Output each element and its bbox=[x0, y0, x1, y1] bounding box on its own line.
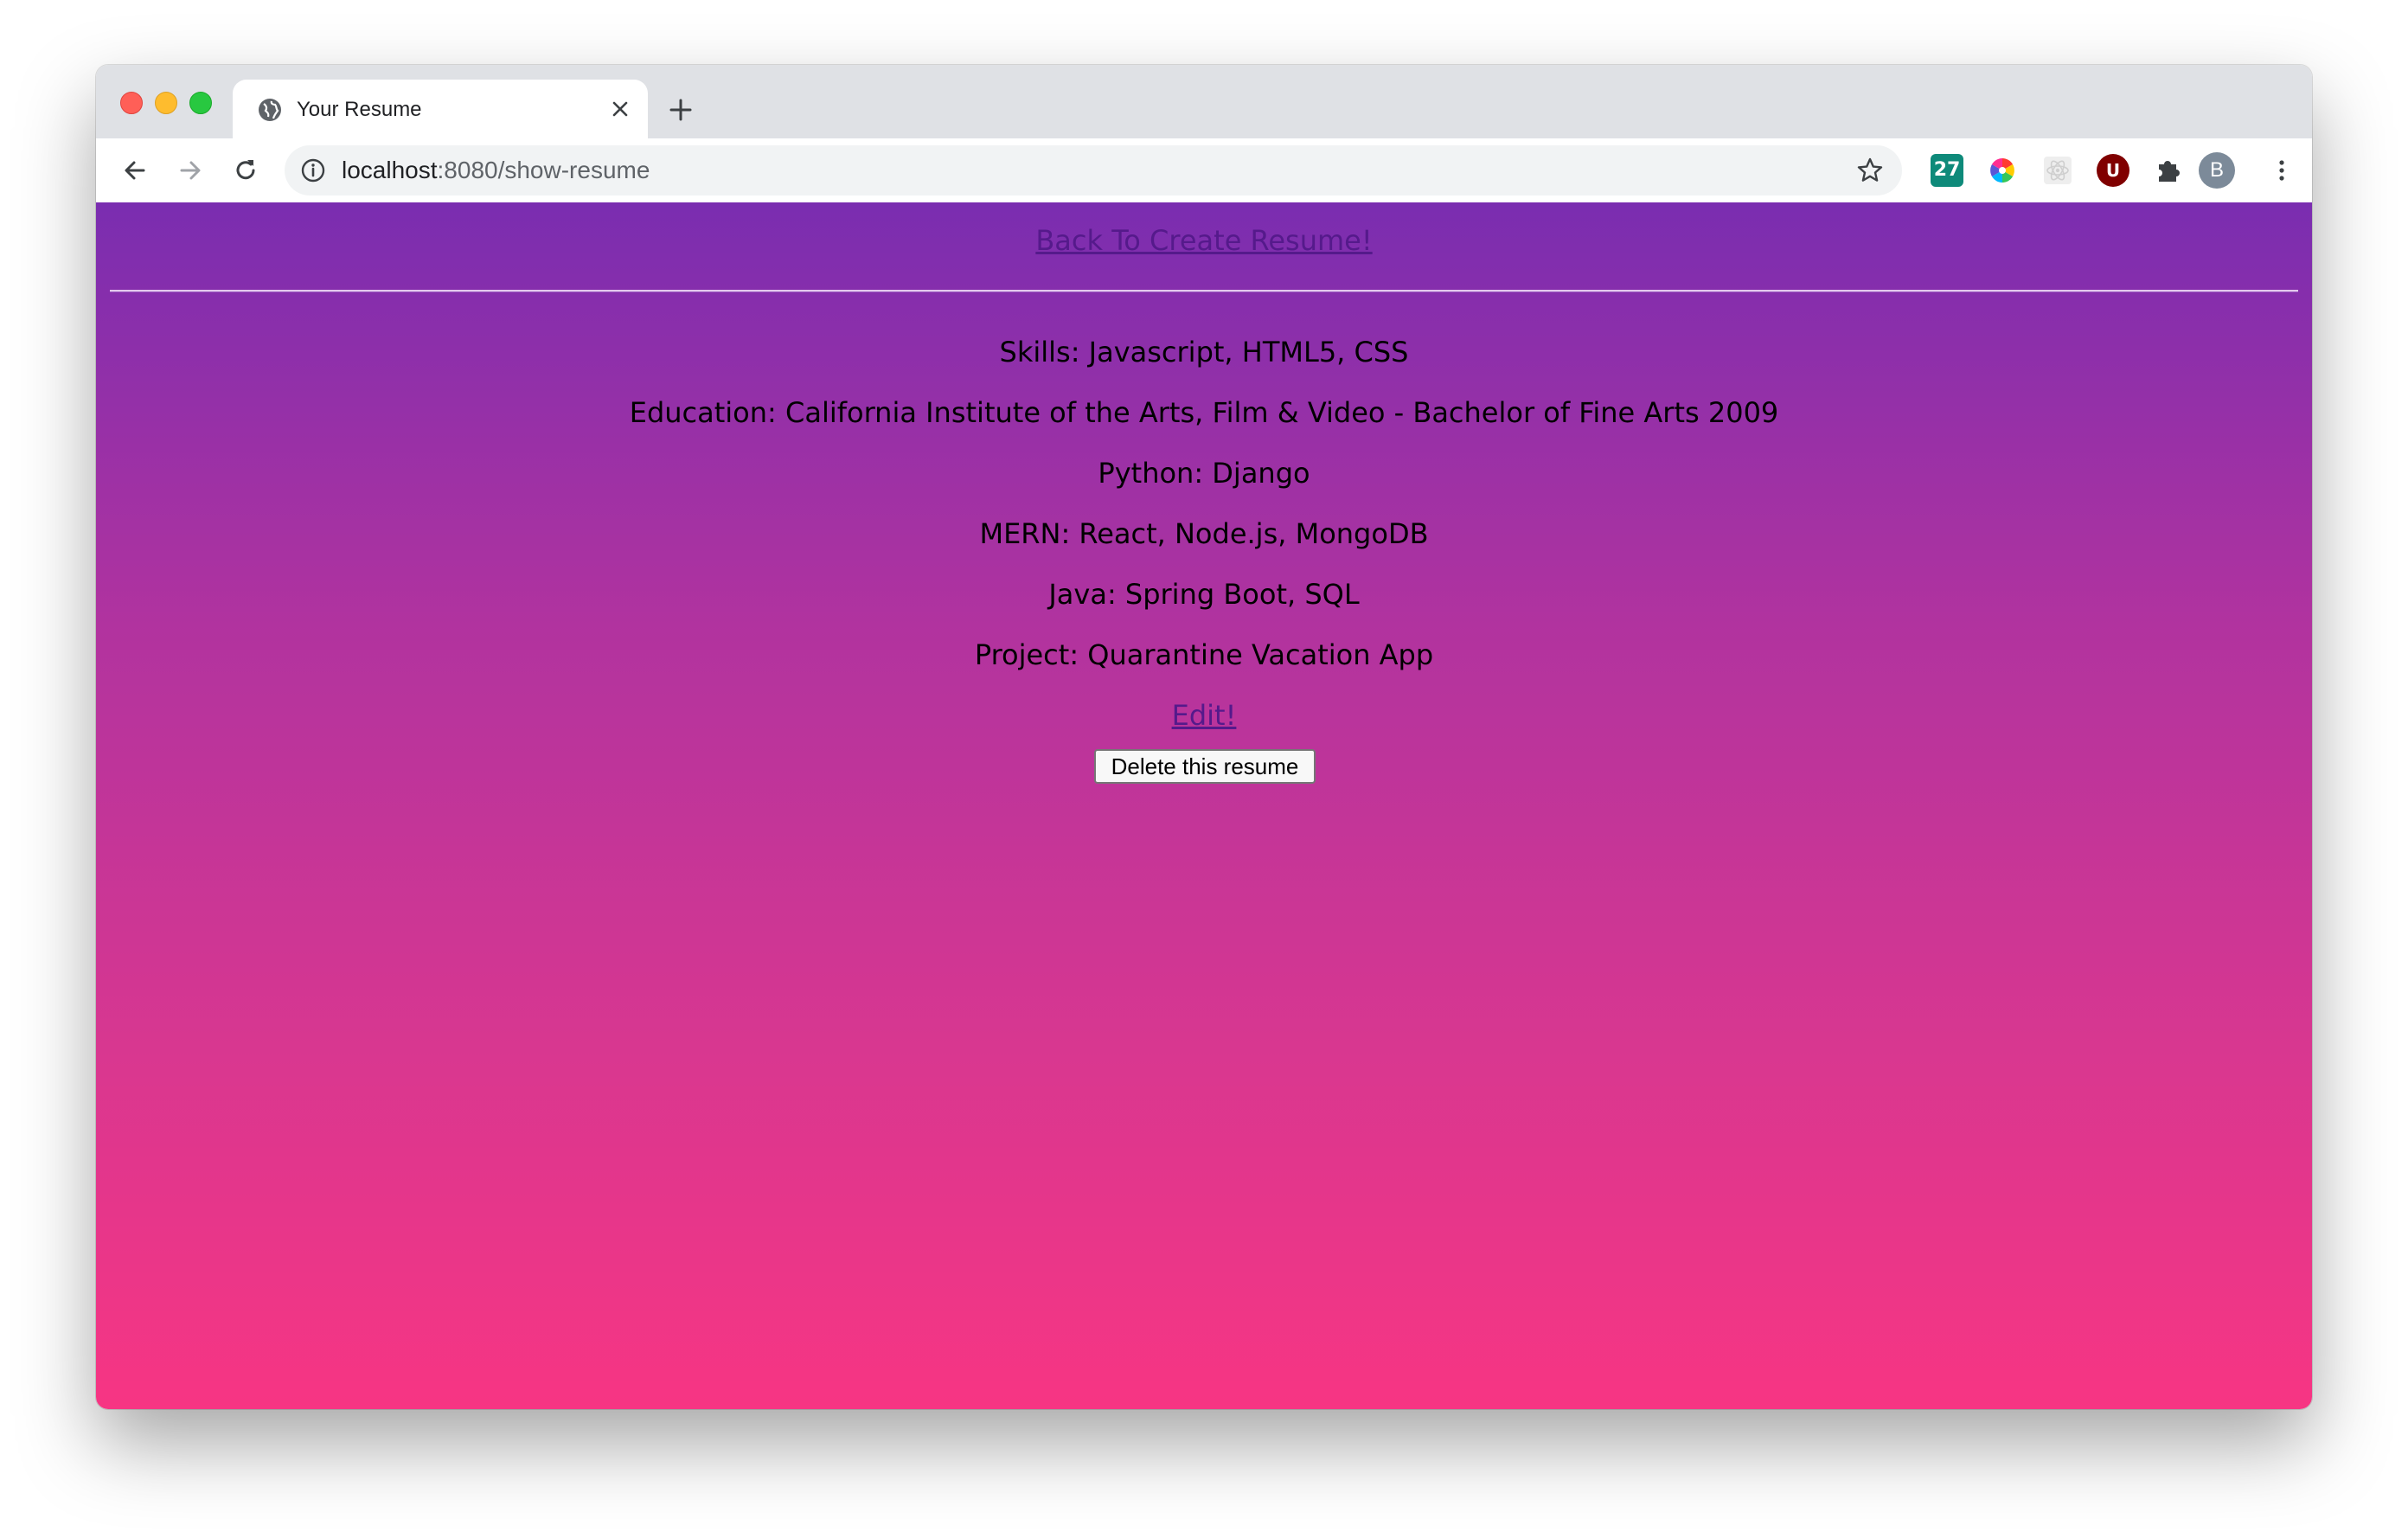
close-window-button[interactable] bbox=[120, 92, 143, 114]
color-wheel-extension-icon[interactable] bbox=[1986, 154, 2019, 187]
address-bar[interactable]: localhost:8080/show-resume bbox=[285, 145, 1902, 195]
react-devtools-extension-icon[interactable] bbox=[2041, 154, 2074, 187]
mern-line: MERN: React, Node.js, MongoDB bbox=[979, 517, 1429, 550]
info-icon[interactable] bbox=[300, 157, 326, 183]
education-line: Education: California Institute of the A… bbox=[629, 396, 1779, 429]
java-line: Java: Spring Boot, SQL bbox=[1048, 578, 1360, 611]
tab-strip: Your Resume bbox=[96, 65, 2312, 138]
calendar-extension-icon[interactable]: 27 bbox=[1931, 154, 1963, 187]
edit-link-container: Edit! bbox=[96, 698, 2312, 733]
browser-window: Your Resume localhost:8080/show-resume 2… bbox=[96, 65, 2312, 1409]
close-tab-icon[interactable] bbox=[608, 97, 632, 121]
project-line: Project: Quarantine Vacation App bbox=[974, 638, 1434, 671]
back-arrow-icon[interactable] bbox=[119, 155, 150, 186]
puzzle-extensions-icon[interactable] bbox=[2152, 154, 2185, 187]
reload-icon[interactable] bbox=[230, 155, 261, 186]
python-line: Python: Django bbox=[1098, 457, 1310, 490]
back-link-container: Back To Create Resume! bbox=[96, 223, 2312, 258]
edit-link[interactable]: Edit! bbox=[1172, 699, 1237, 732]
delete-resume-button[interactable]: Delete this resume bbox=[1094, 749, 1316, 784]
skills-line: Skills: Javascript, HTML5, CSS bbox=[999, 336, 1409, 368]
forward-arrow-icon[interactable] bbox=[175, 155, 206, 186]
bookmark-star-icon[interactable] bbox=[1855, 156, 1885, 185]
horizontal-rule bbox=[110, 290, 2298, 292]
url-text: localhost:8080/show-resume bbox=[342, 157, 650, 184]
new-tab-icon[interactable] bbox=[665, 94, 696, 125]
tab-title: Your Resume bbox=[297, 98, 422, 121]
tab-your-resume[interactable]: Your Resume bbox=[233, 80, 648, 138]
back-to-create-resume-link[interactable]: Back To Create Resume! bbox=[1035, 224, 1372, 257]
url-host: localhost bbox=[342, 157, 438, 183]
minimize-window-button[interactable] bbox=[155, 92, 177, 114]
globe-icon bbox=[259, 99, 281, 121]
more-options-icon[interactable] bbox=[2266, 155, 2297, 186]
profile-avatar[interactable]: B bbox=[2199, 152, 2235, 189]
page-content: Back To Create Resume! Skills: Javascrip… bbox=[96, 202, 2312, 1409]
ublock-extension-icon[interactable]: U bbox=[2097, 154, 2129, 187]
browser-toolbar: localhost:8080/show-resume 27 U B bbox=[96, 138, 2312, 203]
maximize-window-button[interactable] bbox=[189, 92, 212, 114]
url-path: :8080/show-resume bbox=[437, 157, 650, 183]
